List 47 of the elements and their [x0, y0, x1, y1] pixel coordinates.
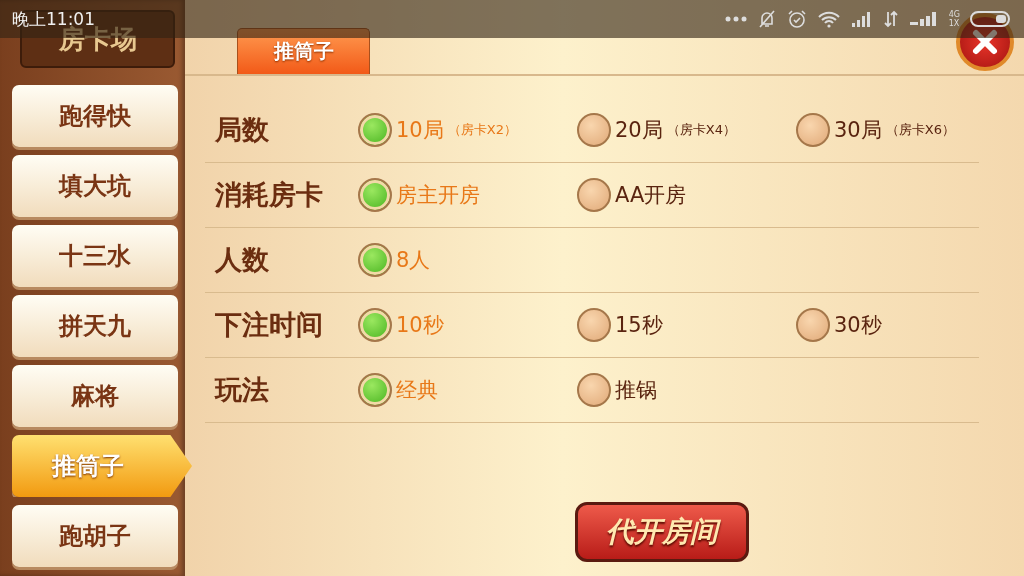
data-transfer-icon	[882, 10, 899, 28]
create-room-button[interactable]: 代开房间	[575, 502, 749, 562]
option-label: AA开房	[615, 182, 687, 209]
sidebar-item[interactable]: 十三水	[12, 225, 178, 287]
sidebar-item[interactable]: 填大坑	[12, 155, 178, 217]
sidebar-item[interactable]: 拼天九	[12, 295, 178, 357]
option-label: 20局	[615, 117, 663, 144]
option-label: 30秒	[834, 312, 882, 339]
setting-label: 下注时间	[215, 308, 324, 342]
alarm-icon	[786, 9, 807, 29]
radio-button[interactable]	[358, 178, 392, 212]
network-label: 1X	[948, 19, 960, 28]
setting-label: 人数	[215, 243, 270, 277]
radio-button[interactable]	[796, 308, 830, 342]
sidebar-item[interactable]: 跑得快	[12, 85, 178, 147]
radio-button[interactable]	[577, 113, 611, 147]
setting-label: 玩法	[215, 373, 270, 407]
signal-icon	[908, 11, 939, 27]
sidebar-item[interactable]: 跑胡子	[12, 505, 178, 567]
radio-button[interactable]	[577, 373, 611, 407]
radio-button[interactable]	[358, 373, 392, 407]
muted-bell-icon	[756, 9, 777, 29]
radio-button[interactable]	[577, 308, 611, 342]
radio-button[interactable]	[358, 243, 392, 277]
radio-button[interactable]	[358, 308, 392, 342]
radio-button[interactable]	[358, 113, 392, 147]
signal-icon	[850, 11, 873, 27]
network-label: 4G	[948, 10, 960, 19]
wifi-icon	[816, 10, 841, 28]
option-label: 经典	[396, 377, 438, 404]
more-icon	[724, 16, 747, 22]
setting-label: 消耗房卡	[215, 178, 324, 212]
radio-button[interactable]	[796, 113, 830, 147]
option-label: 8人	[396, 247, 431, 274]
option-label: 10局	[396, 117, 444, 144]
option-note: （房卡X4）	[666, 121, 736, 139]
option-label: 10秒	[396, 312, 444, 339]
option-label: 30局	[834, 117, 882, 144]
battery-icon	[970, 10, 1012, 28]
option-note: （房卡X6）	[885, 121, 955, 139]
option-label: 15秒	[615, 312, 663, 339]
option-label: 推锅	[615, 377, 657, 404]
radio-button[interactable]	[577, 178, 611, 212]
setting-label: 局数	[215, 113, 270, 147]
option-label: 房主开房	[396, 182, 480, 209]
sidebar-item[interactable]: 麻将	[12, 365, 178, 427]
option-note: （房卡X2）	[447, 121, 517, 139]
